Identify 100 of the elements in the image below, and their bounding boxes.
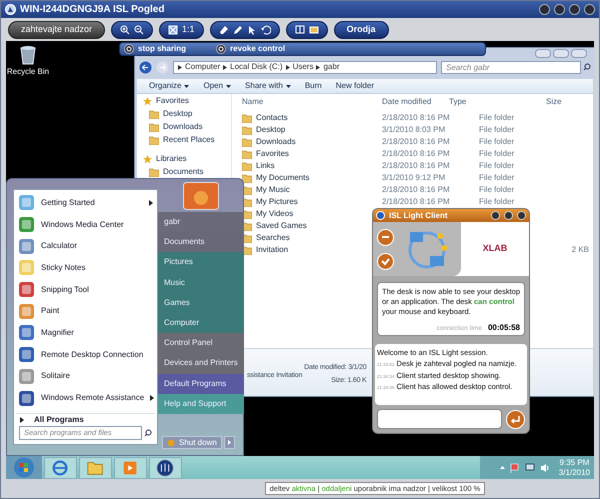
file-name[interactable]: Links bbox=[256, 160, 275, 172]
breadcrumb-item[interactable]: gabr bbox=[323, 61, 340, 73]
back-icon[interactable] bbox=[139, 60, 152, 74]
maximize-button[interactable] bbox=[569, 4, 580, 15]
volume-icon[interactable] bbox=[540, 462, 550, 472]
program-item[interactable]: Snipping Tool bbox=[14, 278, 157, 300]
minus-icon[interactable] bbox=[377, 228, 394, 246]
file-name[interactable]: Downloads bbox=[256, 136, 296, 148]
file-name[interactable]: My Pictures bbox=[256, 196, 298, 208]
fit-screen-icon[interactable] bbox=[168, 24, 178, 34]
column-header[interactable]: Type bbox=[449, 96, 546, 108]
file-name[interactable]: Desktop bbox=[256, 124, 286, 136]
nav-item[interactable]: Recent Places bbox=[163, 134, 215, 146]
command-button[interactable]: New folder bbox=[336, 80, 374, 92]
send-icon[interactable] bbox=[506, 410, 525, 428]
app-icon bbox=[18, 324, 35, 342]
program-item[interactable]: Getting Started bbox=[14, 192, 157, 214]
program-item[interactable]: Solitaire bbox=[14, 366, 157, 388]
message-input[interactable] bbox=[377, 409, 502, 429]
command-button[interactable]: Burn bbox=[304, 80, 322, 92]
breadcrumb-item[interactable]: Computer bbox=[185, 61, 220, 73]
folder-icon[interactable] bbox=[79, 456, 112, 478]
desktop-icon-label[interactable]: Recycle Bin bbox=[6, 66, 50, 78]
nav-item[interactable]: Favorites bbox=[156, 95, 189, 107]
command-button[interactable]: Organize bbox=[149, 80, 190, 92]
browser-icon[interactable] bbox=[44, 456, 77, 478]
program-item[interactable]: Windows Remote Assistance bbox=[14, 387, 157, 409]
nav-item[interactable]: Documents bbox=[163, 166, 204, 178]
nav-item[interactable]: Desktop bbox=[163, 108, 192, 120]
remote-app-icon[interactable] bbox=[149, 456, 182, 478]
file-name[interactable]: Searches bbox=[256, 232, 290, 244]
file-name[interactable]: Invitation bbox=[256, 244, 288, 256]
search-field[interactable]: Search gabr bbox=[441, 60, 581, 74]
actual-size-button[interactable]: 1:1 bbox=[182, 22, 195, 36]
trash-bin-icon[interactable] bbox=[19, 45, 37, 65]
settings-button[interactable] bbox=[504, 211, 513, 220]
tools-button[interactable]: Orodja bbox=[334, 20, 389, 38]
column-header[interactable]: Name bbox=[232, 96, 382, 108]
request-control-button[interactable]: zahtevajte nadzor bbox=[8, 20, 106, 38]
program-item[interactable]: Windows Media Center bbox=[14, 214, 157, 236]
column-header[interactable]: Date modified bbox=[382, 96, 449, 108]
pointer-icon[interactable] bbox=[246, 24, 257, 34]
breadcrumb-item[interactable]: Users bbox=[292, 61, 314, 73]
nav-item[interactable]: Downloads bbox=[163, 121, 203, 133]
file-name[interactable]: My Videos bbox=[256, 208, 294, 220]
start-menu-link[interactable]: gabr bbox=[158, 212, 244, 232]
start-menu-link[interactable]: Control Panel bbox=[158, 333, 244, 354]
undo-icon[interactable] bbox=[260, 24, 271, 34]
screen-icon[interactable] bbox=[294, 24, 305, 34]
file-name[interactable]: Favorites bbox=[256, 148, 289, 160]
type-cell-text: File folder bbox=[478, 124, 516, 136]
shutdown-options-icon[interactable] bbox=[224, 436, 235, 449]
sharing-button[interactable]: revoke control bbox=[216, 43, 286, 55]
start-menu-link[interactable]: Games bbox=[158, 292, 244, 313]
pen-icon[interactable] bbox=[232, 24, 243, 34]
program-item[interactable]: Calculator bbox=[14, 235, 157, 258]
type-cell-text: File folder bbox=[478, 184, 516, 196]
date-cell-text: 3/1/2010 8:03 PM bbox=[382, 124, 446, 136]
start-menu-link[interactable]: Default Programs bbox=[158, 374, 244, 394]
zoom-in-icon[interactable] bbox=[120, 24, 130, 34]
breadcrumb-item[interactable]: Local Disk (C:) bbox=[230, 61, 283, 73]
start-menu-link[interactable]: Music bbox=[158, 272, 244, 293]
sharing-button[interactable]: stop sharing bbox=[124, 43, 186, 55]
flag-icon[interactable] bbox=[510, 462, 520, 472]
type-cell-text: File folder bbox=[478, 196, 516, 208]
close-button[interactable] bbox=[517, 211, 526, 220]
type-cell-text: File folder bbox=[478, 148, 516, 160]
file-name[interactable]: Contacts bbox=[256, 112, 288, 124]
app-logo-icon bbox=[5, 4, 16, 15]
app-icon bbox=[18, 216, 35, 234]
date-cell: 2/18/2010 8:16 PM bbox=[382, 136, 449, 148]
file-name[interactable]: Saved Games bbox=[256, 220, 307, 232]
start-menu-link[interactable]: Documents bbox=[158, 232, 244, 252]
app-icon bbox=[18, 390, 35, 407]
command-button[interactable]: Share with bbox=[245, 80, 291, 92]
start-menu-link[interactable]: Pictures bbox=[158, 252, 244, 273]
zoom-out-icon[interactable] bbox=[134, 24, 144, 34]
nav-item[interactable]: Libraries bbox=[156, 153, 187, 165]
show-hidden-icon[interactable] bbox=[500, 465, 505, 470]
program-item[interactable]: Remote Desktop Connection bbox=[14, 344, 157, 366]
restore-button[interactable] bbox=[554, 4, 565, 15]
chevron-icon bbox=[178, 64, 182, 70]
address-bar[interactable]: Computer Local Disk (C:) Users gabr bbox=[173, 60, 437, 74]
program-item[interactable]: Sticky Notes bbox=[14, 257, 157, 279]
start-menu-link[interactable]: Computer bbox=[158, 312, 244, 334]
close-button[interactable] bbox=[584, 4, 595, 15]
power-icon bbox=[124, 44, 134, 54]
start-menu-link[interactable]: Devices and Printers bbox=[158, 353, 244, 374]
command-button[interactable]: Open bbox=[203, 80, 232, 92]
monitor-icon[interactable] bbox=[308, 24, 319, 34]
minimize-button[interactable] bbox=[539, 4, 550, 15]
file-name[interactable]: My Music bbox=[256, 184, 290, 196]
network-icon[interactable] bbox=[524, 462, 535, 472]
program-item[interactable]: Magnifier bbox=[14, 322, 157, 344]
program-item[interactable]: Paint bbox=[14, 300, 157, 322]
eraser-icon[interactable] bbox=[218, 24, 229, 34]
file-name[interactable]: My Documents bbox=[256, 172, 310, 184]
column-header[interactable]: Size bbox=[546, 96, 586, 108]
check-icon[interactable] bbox=[377, 252, 394, 270]
minimize-button[interactable] bbox=[491, 211, 500, 220]
